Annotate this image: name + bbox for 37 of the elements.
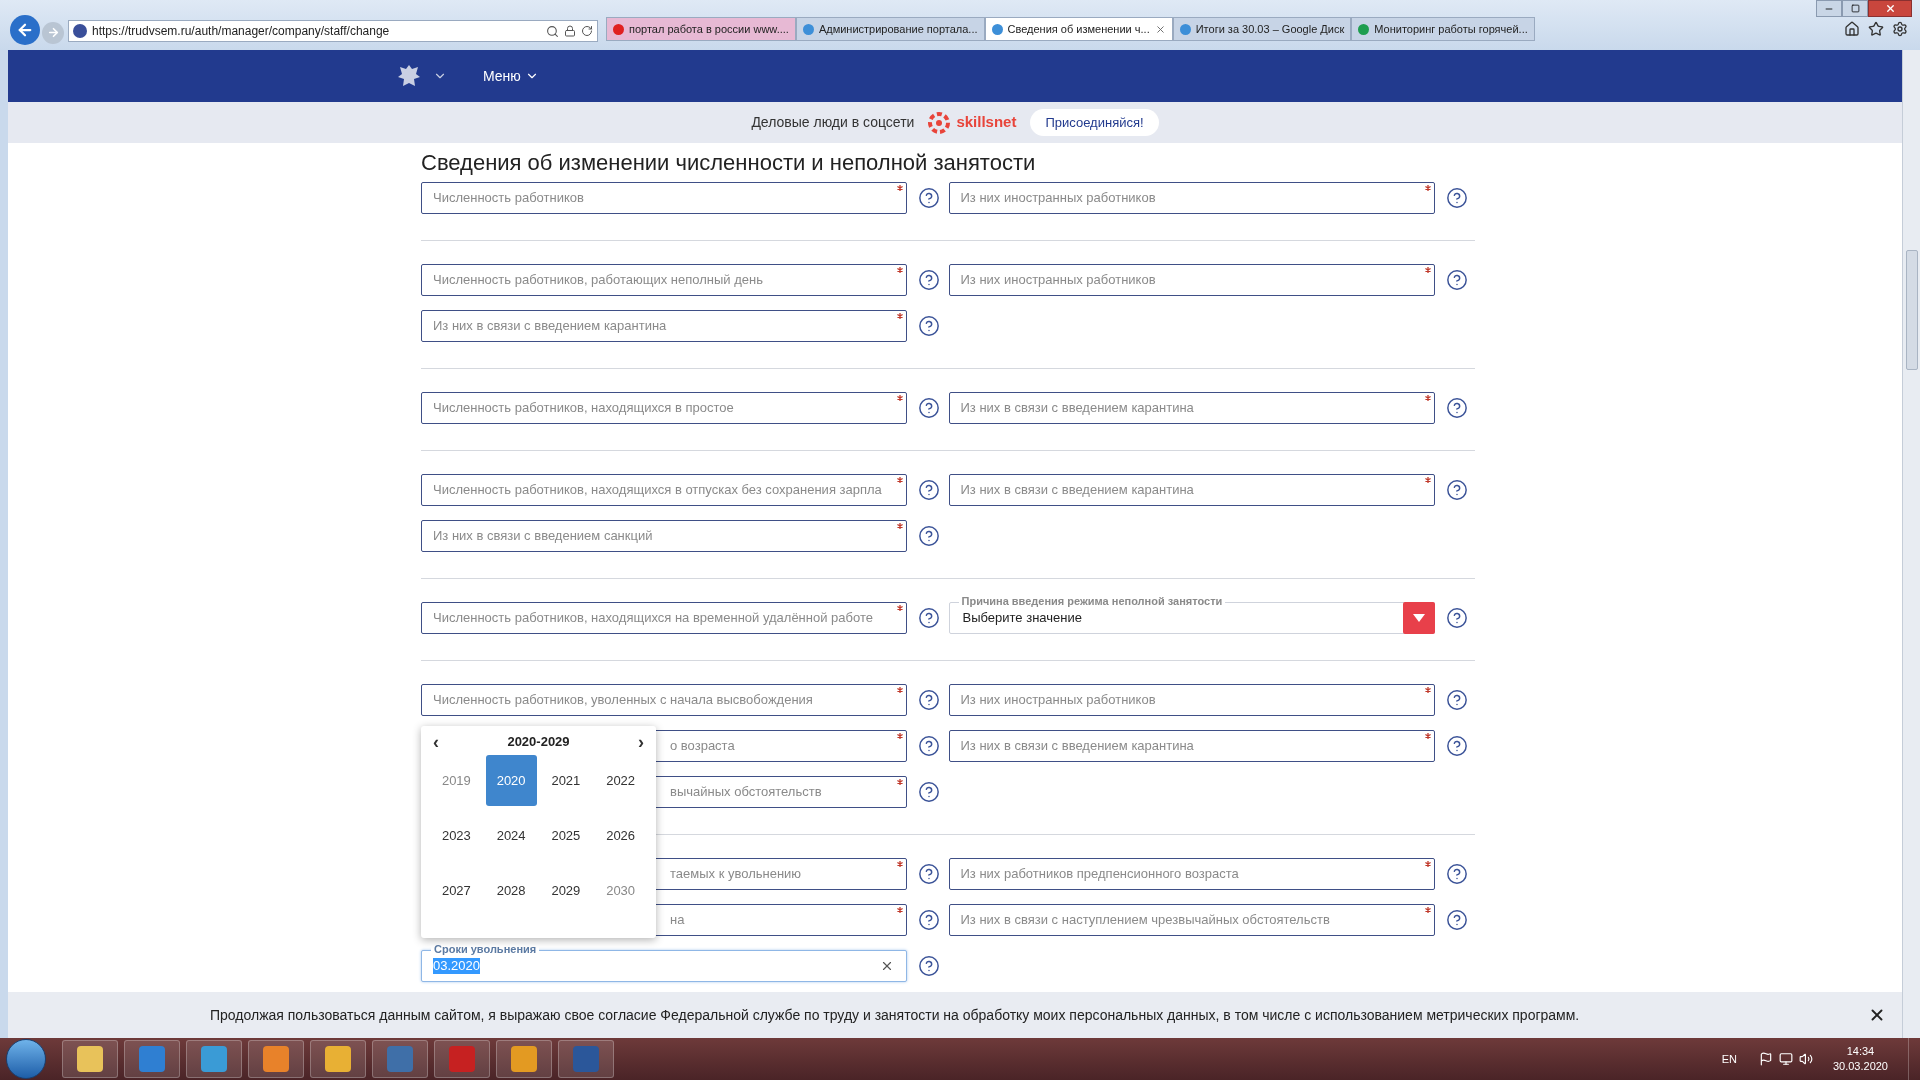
field-placeholder: Из них иностранных работников <box>960 189 1156 208</box>
select-value: Выберите значение <box>962 609 1083 628</box>
field-placeholder: Численность работников, уволенных с начала высвобождения <box>433 691 813 710</box>
page-title: Сведения об изменении численности и неполной занятости <box>421 149 1037 177</box>
field-placeholder: на <box>670 911 685 930</box>
field-placeholder: Численность работников, находящихся в простое <box>433 399 734 418</box>
promo-text: Деловые люди в соцсети <box>751 113 915 132</box>
brand-name: skillsnet <box>956 112 1017 133</box>
field-legend: Причина введения режима неполной занятости <box>958 594 1226 608</box>
field-placeholder: вычайных обстоятельств <box>670 783 822 802</box>
field-placeholder: Из них в связи с введением карантина <box>960 399 1194 418</box>
field-placeholder: Из них иностранных работников <box>960 271 1156 290</box>
field-placeholder: Из них в связи с наступлением чрезвычайных обстоятельств <box>960 911 1330 930</box>
url-text: https://trudvsem.ru/auth/manager/company/staff/change <box>92 23 391 40</box>
tab-title: Администрирование портала... <box>818 21 978 37</box>
field-placeholder: Численность работников, работающих неполный день <box>433 271 763 290</box>
field-placeholder: Из них работников предпенсионного возраста <box>960 865 1239 884</box>
tab-title: Мониторинг работы горячей... <box>1374 21 1528 37</box>
field-legend: Сроки увольнения <box>431 942 540 956</box>
tab-title: Итоги за 30.03 – Google Диск <box>1195 21 1345 37</box>
field-placeholder: Из них в связи с введением карантина <box>960 737 1194 756</box>
clock-time: 14:34 <box>1846 1044 1875 1059</box>
field-placeholder: Численность работников, находящихся на временной удалённой работе <box>433 609 873 628</box>
decade-title: 2020-2029 <box>507 733 570 752</box>
field-placeholder: Из них иностранных работников <box>960 691 1156 710</box>
field-placeholder: Из них в связи с введением карантина <box>433 317 667 336</box>
field-placeholder: Численность работников <box>433 189 584 208</box>
tab-title: портал работа в россии www.... <box>629 21 789 37</box>
tab-title: Сведения об изменении ч... <box>1007 21 1150 37</box>
selected-date-text: 03.2020 <box>433 958 480 974</box>
clock-date: 30.03.2020 <box>1832 1059 1888 1074</box>
field-placeholder: Из них в связи с введением карантина <box>960 481 1194 500</box>
cookie-text: Продолжая пользоваться данным сайтом, я выражаю свое согласие Федеральной службе по труду и занятости на обработку моих персональных данных, в том числе с использованием метрических программ. <box>210 1005 1581 1025</box>
field-placeholder: Численность работников, находящихся в отпусках без сохранения зарпла <box>433 481 882 500</box>
field-placeholder: таемых к увольнению <box>670 865 802 884</box>
field-placeholder: о возраста <box>670 737 735 756</box>
field-placeholder: Из них в связи с введением санкций <box>433 527 653 546</box>
